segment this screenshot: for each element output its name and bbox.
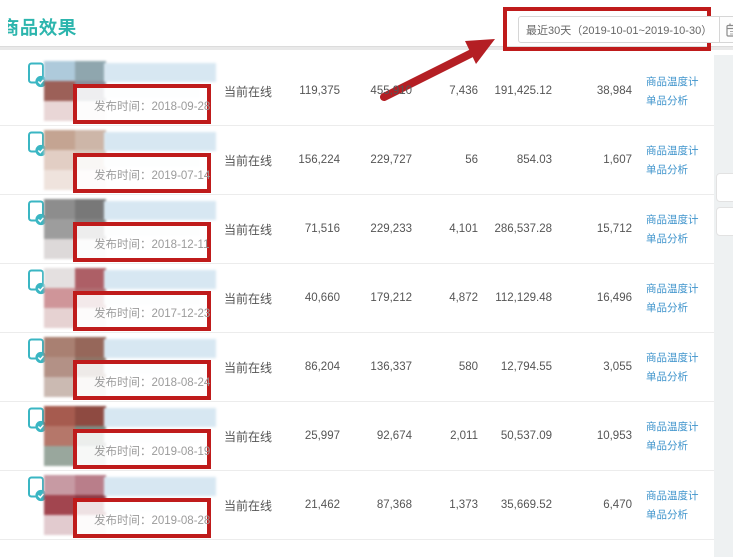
blurred-product-title [104, 477, 216, 496]
publish-date: 发布时间：2018-12-11 [94, 236, 209, 252]
date-range-picker[interactable]: 最近30天（2019-10-01~2019-10-30） [518, 16, 733, 43]
calendar-icon[interactable] [719, 17, 733, 42]
product-row: 发布时间：2019-08-19 当前在线 25,997 92,674 2,011… [0, 402, 733, 471]
blurred-product-title [104, 63, 216, 82]
single-product-analysis-link[interactable]: 单品分析 [646, 369, 699, 384]
metric-4: 854.03 [462, 126, 552, 194]
publish-date-annotation-box: 发布时间：2017-12-23 [73, 291, 211, 331]
row-actions: 商品温度计 单品分析 [646, 126, 699, 194]
product-row: 发布时间：2019-08-28 当前在线 21,462 87,368 1,373… [0, 471, 733, 540]
publish-date-annotation-box: 发布时间：2018-12-11 [73, 222, 211, 262]
metric-5: 3,055 [542, 333, 632, 401]
page-title-wrap: 商品效果 [8, 14, 77, 40]
metric-4: 35,669.52 [462, 471, 552, 539]
product-effect-page: 商品效果 最近30天（2019-10-01~2019-10-30） [0, 0, 733, 557]
metric-5: 38,984 [542, 57, 632, 125]
single-product-analysis-link[interactable]: 单品分析 [646, 300, 699, 315]
metric-5: 10,953 [542, 402, 632, 470]
row-actions: 商品温度计 单品分析 [646, 402, 699, 470]
row-actions: 商品温度计 单品分析 [646, 195, 699, 263]
page-title: 商品效果 [8, 14, 77, 40]
product-row: 发布时间：2017-12-23 当前在线 40,660 179,212 4,87… [0, 264, 733, 333]
metric-4: 50,537.09 [462, 402, 552, 470]
single-product-analysis-link[interactable]: 单品分析 [646, 507, 699, 522]
publish-date-annotation-box: 发布时间：2018-09-28 [73, 84, 211, 124]
single-product-analysis-link[interactable]: 单品分析 [646, 93, 699, 108]
product-thermometer-link[interactable]: 商品温度计 [646, 419, 699, 434]
product-thermometer-link[interactable]: 商品温度计 [646, 74, 699, 89]
metric-4: 191,425.12 [462, 57, 552, 125]
metric-5: 15,712 [542, 195, 632, 263]
blurred-product-title [104, 270, 216, 289]
single-product-analysis-link[interactable]: 单品分析 [646, 162, 699, 177]
blurred-product-title [104, 132, 216, 151]
product-row: 发布时间：2018-09-28 当前在线 119,375 455,910 7,4… [0, 57, 733, 126]
publish-date-annotation-box: 发布时间：2018-08-24 [73, 360, 211, 400]
publish-date: 发布时间：2019-08-19 [94, 443, 210, 459]
product-row: 发布时间：2018-08-24 当前在线 86,204 136,337 580 … [0, 333, 733, 402]
single-product-analysis-link[interactable]: 单品分析 [646, 231, 699, 246]
product-row: 发布时间：2018-12-11 当前在线 71,516 229,233 4,10… [0, 195, 733, 264]
metric-5: 16,496 [542, 264, 632, 332]
product-thermometer-link[interactable]: 商品温度计 [646, 350, 699, 365]
publish-date: 发布时间：2017-12-23 [94, 305, 210, 321]
single-product-analysis-link[interactable]: 单品分析 [646, 438, 699, 453]
metric-4: 12,794.55 [462, 333, 552, 401]
row-actions: 商品温度计 单品分析 [646, 471, 699, 539]
product-thermometer-link[interactable]: 商品温度计 [646, 281, 699, 296]
page-right-gutter [714, 55, 733, 557]
product-row: 发布时间：2019-07-14 当前在线 156,224 229,727 56 … [0, 126, 733, 195]
row-actions: 商品温度计 单品分析 [646, 333, 699, 401]
product-thermometer-link[interactable]: 商品温度计 [646, 488, 699, 503]
publish-date: 发布时间：2019-07-14 [94, 167, 210, 183]
blurred-product-title [104, 201, 216, 220]
blurred-product-title [104, 408, 216, 427]
publish-date: 发布时间：2018-08-24 [94, 374, 210, 390]
publish-date-annotation-box: 发布时间：2019-07-14 [73, 153, 211, 193]
metric-4: 286,537.28 [462, 195, 552, 263]
floating-widget[interactable] [716, 173, 733, 202]
metric-5: 6,470 [542, 471, 632, 539]
metric-5: 1,607 [542, 126, 632, 194]
publish-date: 发布时间：2018-09-28 [94, 98, 210, 114]
publish-date-annotation-box: 发布时间：2019-08-19 [73, 429, 211, 469]
date-range-label: 最近30天（2019-10-01~2019-10-30） [519, 17, 719, 42]
product-table: 发布时间：2018-09-28 当前在线 119,375 455,910 7,4… [0, 57, 733, 540]
product-thermometer-link[interactable]: 商品温度计 [646, 212, 699, 227]
floating-widget[interactable] [716, 207, 733, 236]
publish-date-annotation-box: 发布时间：2019-08-28 [73, 498, 211, 538]
row-actions: 商品温度计 单品分析 [646, 57, 699, 125]
blurred-product-title [104, 339, 216, 358]
row-actions: 商品温度计 单品分析 [646, 264, 699, 332]
metric-4: 112,129.48 [462, 264, 552, 332]
publish-date: 发布时间：2019-08-28 [94, 512, 210, 528]
product-thermometer-link[interactable]: 商品温度计 [646, 143, 699, 158]
